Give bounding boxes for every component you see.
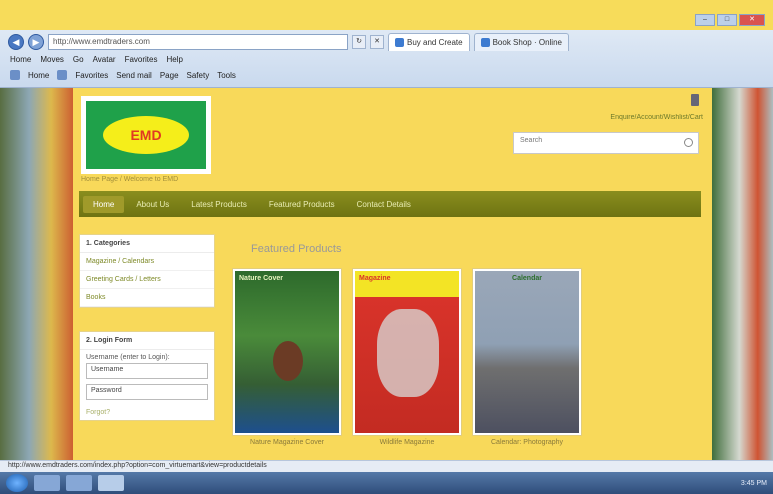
nav-featured-products[interactable]: Featured Products (259, 196, 345, 213)
search-icon[interactable] (684, 138, 693, 147)
window-titlebar (0, 0, 773, 30)
section-title: Featured Products (251, 243, 342, 255)
product-card[interactable]: Nature Cover Nature Magazine Cover (233, 269, 341, 446)
logo-oval: EMD (103, 116, 189, 154)
menu-item[interactable]: Moves (40, 55, 64, 64)
product-title[interactable]: Nature Magazine Cover (233, 439, 341, 446)
tab-favicon-icon (395, 38, 404, 47)
toolbar-item[interactable]: Page (160, 71, 179, 80)
menu-item[interactable]: Home (10, 55, 31, 64)
window-controls: – □ ✕ (695, 14, 765, 26)
tab-favicon-icon (480, 38, 490, 47)
menu-item[interactable]: Favorites (125, 55, 158, 64)
categories-panel: 1. Categories Magazine / Calendars Greet… (79, 234, 215, 308)
taskbar-media-icon[interactable] (66, 475, 92, 491)
forward-icon[interactable]: ▶ (28, 34, 44, 50)
toolbar-item[interactable]: Tools (217, 71, 236, 80)
category-link[interactable]: Magazine / Calendars (80, 253, 214, 271)
menu-item[interactable]: Help (166, 55, 182, 64)
address-bar[interactable]: http://www.emdtraders.com (48, 34, 348, 50)
taskbar-folder-icon[interactable] (34, 475, 60, 491)
web-page: EMD Enquire/Account/Wishlist/Cart Search… (73, 88, 712, 460)
home-icon[interactable] (10, 70, 20, 80)
background-right-image (712, 88, 773, 460)
cover-portrait (273, 341, 303, 381)
address-row: ◀ ▶ http://www.emdtraders.com ↻ ✕ Buy an… (8, 32, 765, 52)
status-bar: http://www.emdtraders.com/index.php?opti… (0, 460, 773, 472)
site-logo[interactable]: EMD (81, 96, 211, 174)
taskbar-browser-icon[interactable] (98, 475, 124, 491)
product-title[interactable]: Wildlife Magazine (353, 439, 461, 446)
toolbar-item[interactable]: Send mail (116, 71, 152, 80)
cart-icon[interactable] (691, 94, 699, 106)
category-link[interactable]: Greeting Cards / Letters (80, 271, 214, 289)
back-icon[interactable]: ◀ (8, 34, 24, 50)
toolbar-item[interactable]: Home (28, 71, 49, 80)
product-title[interactable]: Calendar: Photography (473, 439, 581, 446)
tab-buy-create[interactable]: Buy and Create (388, 33, 470, 51)
stop-icon[interactable]: ✕ (370, 35, 384, 49)
maximize-button[interactable]: □ (717, 14, 737, 26)
product-image[interactable]: Calendar (473, 269, 581, 435)
product-image[interactable]: Magazine (353, 269, 461, 435)
favorites-icon[interactable] (57, 70, 68, 80)
account-link[interactable]: Enquire/Account/Wishlist/Cart (543, 114, 703, 121)
taskbar: 3:45 PM (0, 472, 773, 494)
nav-home[interactable]: Home (83, 195, 125, 213)
categories-title: 1. Categories (80, 235, 214, 253)
system-tray-clock: 3:45 PM (740, 479, 767, 487)
password-field[interactable]: Password (86, 384, 208, 400)
search-input[interactable]: Search (513, 132, 699, 154)
toolbar-item[interactable]: Safety (187, 71, 210, 80)
category-link[interactable]: Books (80, 289, 214, 307)
tab-label: Book Shop · Online (492, 38, 562, 47)
username-field[interactable]: Username (86, 363, 208, 379)
product-card[interactable]: Calendar Calendar: Photography (473, 269, 581, 446)
breadcrumb[interactable]: Home Page / Welcome to EMD (81, 176, 178, 183)
username-label: Username (enter to Login): (86, 354, 170, 361)
product-cover-title: Magazine (359, 275, 391, 282)
menu-item[interactable]: Avatar (93, 55, 116, 64)
start-button-icon[interactable] (6, 474, 28, 492)
forgot-link[interactable]: Forgot? (80, 405, 214, 420)
product-image[interactable]: Nature Cover (233, 269, 341, 435)
main-nav: Home About Us Latest Products Featured P… (79, 191, 701, 217)
tab-label: Buy and Create (407, 38, 463, 47)
search-placeholder: Search (520, 137, 543, 144)
login-panel: 2. Login Form Username (enter to Login):… (79, 331, 215, 421)
nav-latest-products[interactable]: Latest Products (181, 196, 257, 213)
menu-bar: Home Moves Go Avatar Favorites Help (10, 55, 183, 64)
minimize-button[interactable]: – (695, 14, 715, 26)
product-card[interactable]: Magazine Wildlife Magazine (353, 269, 461, 446)
cover-animal (377, 309, 439, 397)
menu-item[interactable]: Go (73, 55, 84, 64)
login-title: 2. Login Form (80, 332, 214, 350)
toolbar-item[interactable]: Favorites (75, 71, 108, 80)
nav-about[interactable]: About Us (126, 196, 179, 213)
command-bar: Home Favorites Send mail Page Safety Too… (10, 70, 236, 80)
product-cover-title: Nature Cover (239, 275, 283, 282)
nav-contact[interactable]: Contact Details (347, 196, 421, 213)
product-cover-title: Calendar (512, 275, 542, 282)
close-button[interactable]: ✕ (739, 14, 765, 26)
tab-book-shop[interactable]: Book Shop · Online (473, 33, 569, 51)
logo-background: EMD (86, 101, 206, 169)
background-left-image (0, 88, 73, 460)
refresh-icon[interactable]: ↻ (352, 35, 366, 49)
